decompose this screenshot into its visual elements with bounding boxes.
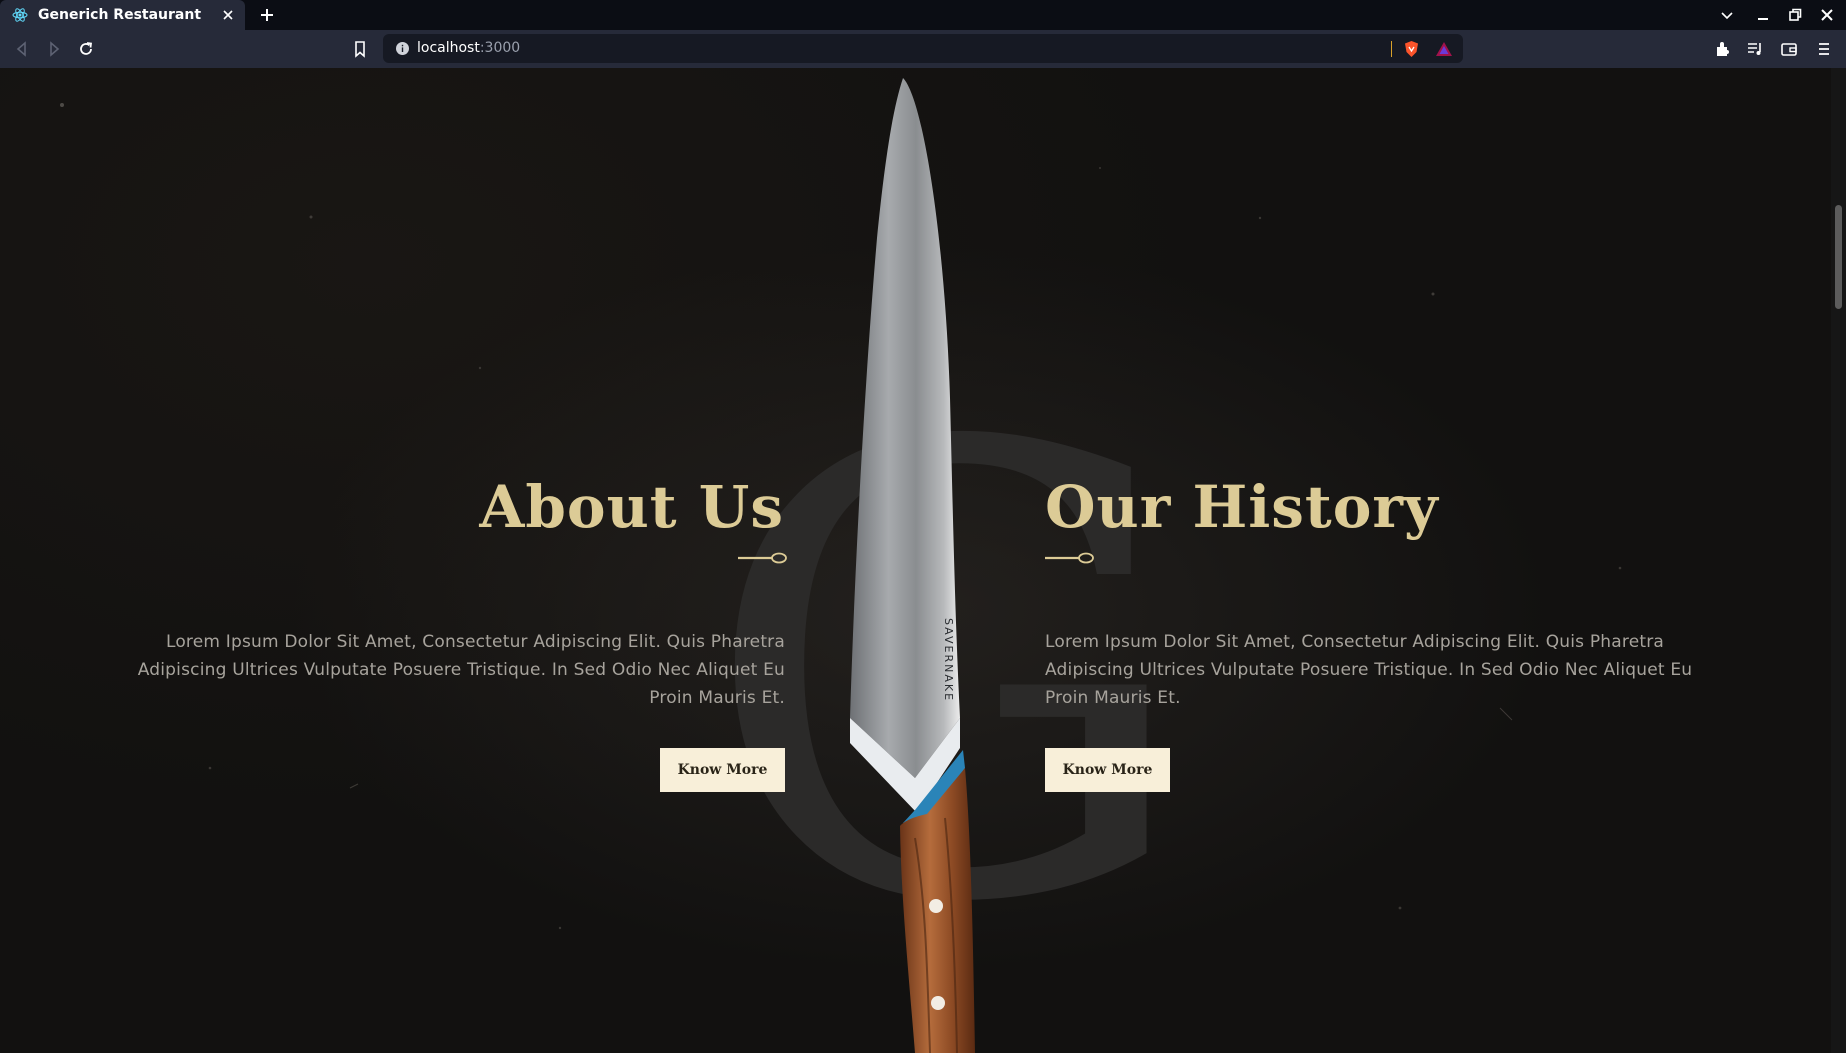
fork-divider-icon [1045, 552, 1094, 564]
chevron-down-icon[interactable] [1718, 6, 1736, 24]
close-window-icon[interactable] [1818, 6, 1836, 24]
media-icon[interactable] [1745, 39, 1765, 59]
history-title: Our History [1045, 473, 1439, 541]
wallet-icon[interactable] [1779, 39, 1799, 59]
page-scrollbar[interactable] [1831, 68, 1846, 1053]
fork-divider-icon [738, 552, 787, 564]
restore-icon[interactable] [1786, 6, 1804, 24]
brave-shield-icon[interactable] [1403, 40, 1420, 58]
browser-toolbar: localhost:3000 [0, 30, 1846, 68]
address-bar[interactable]: localhost:3000 [383, 34, 1463, 63]
menu-icon[interactable] [1814, 39, 1834, 59]
tab-title: Generich Restaurant [38, 7, 202, 23]
extensions-icon[interactable] [1713, 39, 1733, 59]
minimize-icon[interactable] [1754, 6, 1772, 24]
about-title: About Us [479, 473, 784, 541]
url-separator [1391, 41, 1392, 57]
about-know-more-button[interactable]: Know More [660, 748, 785, 792]
url-port: :3000 [479, 40, 521, 56]
brave-rewards-icon[interactable] [1435, 41, 1453, 57]
bookmark-icon[interactable] [350, 39, 370, 59]
knife-brand-text: SAVERNAKE [942, 618, 955, 702]
close-icon[interactable] [219, 6, 237, 24]
history-know-more-button[interactable]: Know More [1045, 748, 1170, 792]
back-icon[interactable] [12, 39, 32, 59]
url-host: localhost [417, 40, 480, 56]
url-text: localhost:3000 [417, 40, 520, 56]
info-icon[interactable] [395, 41, 410, 56]
react-favicon [12, 8, 28, 22]
browser-tab[interactable]: Generich Restaurant [0, 0, 245, 30]
browser-tab-bar: Generich Restaurant [0, 0, 1846, 30]
history-text: Lorem Ipsum Dolor Sit Amet, Consectetur … [1045, 632, 1693, 708]
plus-icon[interactable] [257, 5, 277, 25]
reload-icon[interactable] [76, 39, 96, 59]
forward-icon[interactable] [44, 39, 64, 59]
page-viewport: G SAVERNAKE About Us [0, 68, 1846, 1053]
about-text: Lorem Ipsum Dolor Sit Amet, Consectetur … [137, 632, 785, 708]
knife-image: SAVERNAKE [850, 78, 975, 1053]
scrollbar-thumb[interactable] [1835, 205, 1842, 309]
